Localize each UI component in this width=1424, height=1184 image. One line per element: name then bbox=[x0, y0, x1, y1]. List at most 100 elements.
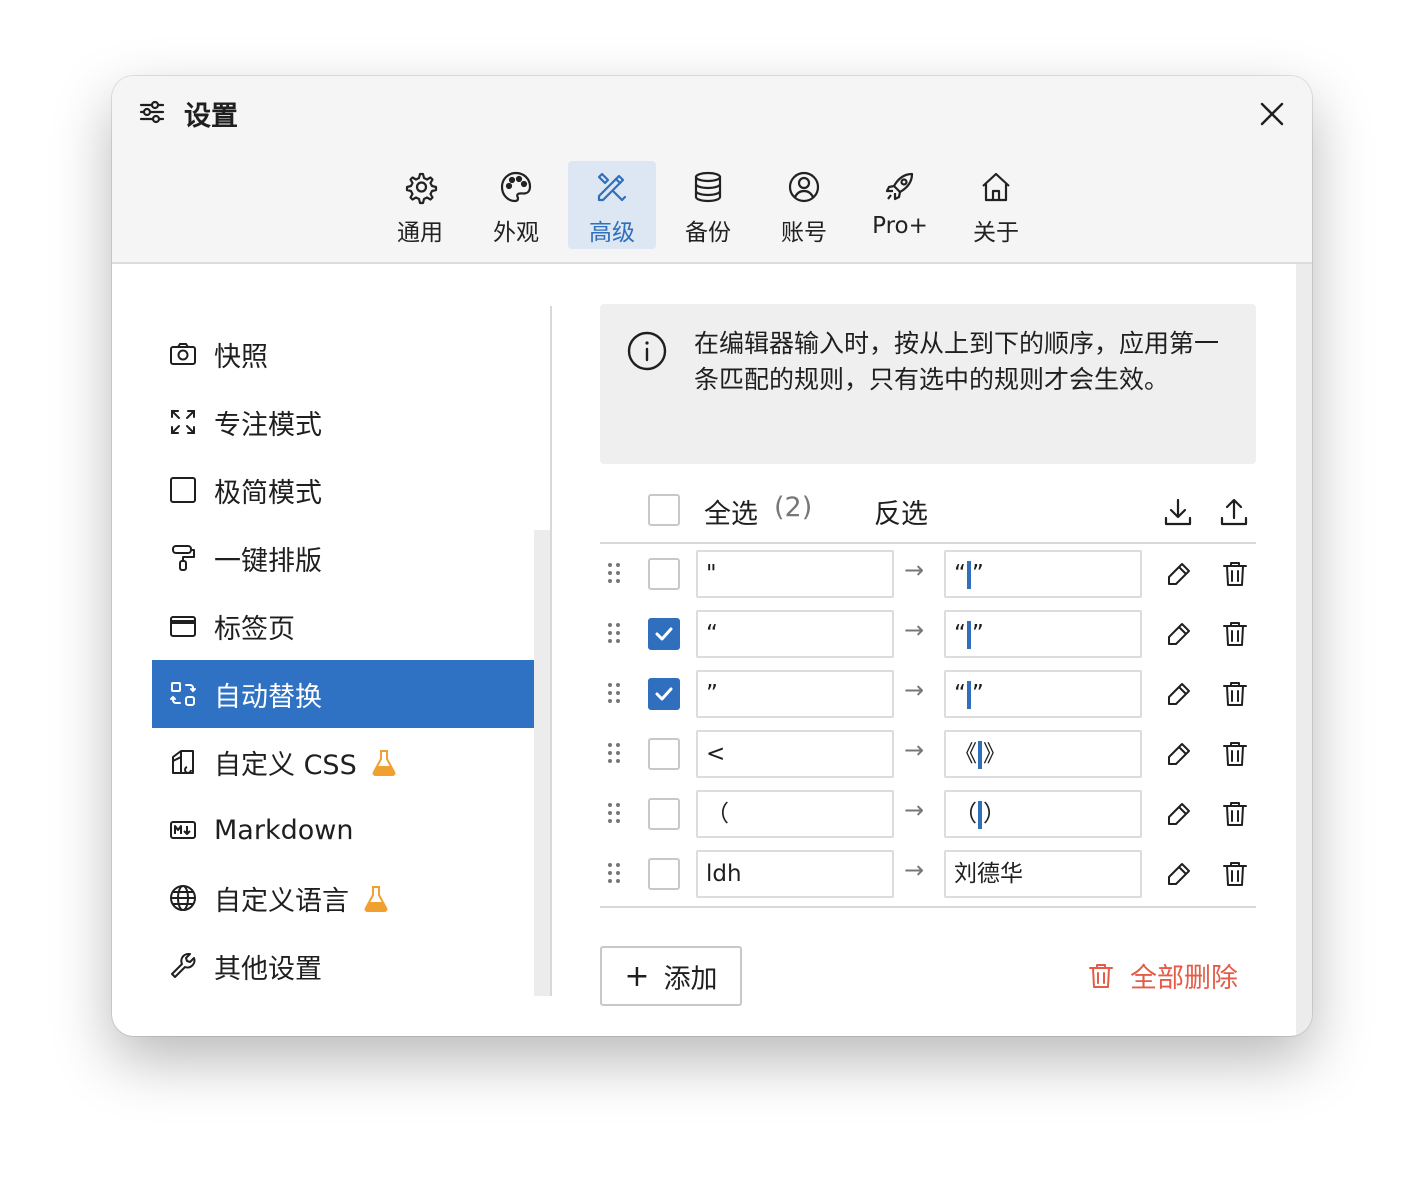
close-icon[interactable] bbox=[1256, 98, 1288, 130]
edit-icon[interactable] bbox=[1164, 859, 1194, 889]
invert-selection-button[interactable]: 反选 bbox=[874, 492, 928, 531]
sidebar-item-focus-mode[interactable]: 专注模式 bbox=[152, 388, 534, 456]
rule-arrow: → bbox=[904, 556, 925, 584]
rule-to-input[interactable]: 《》 bbox=[944, 730, 1142, 778]
check-icon bbox=[655, 627, 673, 641]
rule-checkbox[interactable] bbox=[648, 798, 680, 830]
main-scrollbar[interactable] bbox=[1296, 264, 1312, 1036]
rule-to-input[interactable]: （） bbox=[944, 790, 1142, 838]
sidebar-item-auto-replace[interactable]: 自动替换 bbox=[152, 660, 534, 728]
trash-icon bbox=[1089, 963, 1113, 988]
select-all-label[interactable]: 全选 bbox=[704, 492, 758, 531]
camera-icon bbox=[170, 343, 196, 365]
sidebar-item-custom-css[interactable]: 自定义 CSS bbox=[152, 728, 534, 796]
rule-to-input[interactable]: 刘德华 bbox=[944, 850, 1142, 898]
sidebar-item-label: 快照 bbox=[214, 341, 268, 373]
rule-to-before: “ bbox=[954, 621, 966, 647]
trash-icon[interactable] bbox=[1220, 739, 1250, 769]
edit-icon[interactable] bbox=[1164, 559, 1194, 589]
tab-label: 账号 bbox=[781, 220, 827, 246]
rule-to-input[interactable]: “” bbox=[944, 610, 1142, 658]
rule-arrow: → bbox=[904, 616, 925, 644]
sidebar-item-markdown[interactable]: Markdown bbox=[152, 796, 534, 864]
rule-arrow: → bbox=[904, 736, 925, 764]
sidebar-scrollbar[interactable] bbox=[534, 530, 550, 996]
sidebar-item-auto-format[interactable]: 一键排版 bbox=[152, 524, 534, 592]
rule-checkbox[interactable] bbox=[648, 558, 680, 590]
rule-checkbox[interactable] bbox=[648, 858, 680, 890]
rule-from-input[interactable]: “ bbox=[696, 610, 894, 658]
rule-checkbox[interactable] bbox=[648, 738, 680, 770]
tools-icon bbox=[597, 172, 627, 202]
rule-arrow: → bbox=[904, 676, 925, 704]
upload-icon[interactable] bbox=[1218, 496, 1250, 528]
rule-from-input[interactable]: ldh bbox=[696, 850, 894, 898]
delete-all-button[interactable]: 全部删除 bbox=[1086, 956, 1238, 995]
sidebar-item-minimal-mode[interactable]: 极简模式 bbox=[152, 456, 534, 524]
trash-icon[interactable] bbox=[1220, 559, 1250, 589]
sidebar-item-label: 自定义 CSS bbox=[214, 749, 357, 781]
rule-to-after: ” bbox=[971, 561, 984, 587]
window-title: 设置 bbox=[184, 101, 238, 132]
tab-general[interactable]: 通用 bbox=[376, 161, 464, 249]
trash-icon[interactable] bbox=[1220, 859, 1250, 889]
delete-all-label: 全部删除 bbox=[1130, 963, 1238, 994]
download-icon[interactable] bbox=[1162, 496, 1194, 528]
rule-row: < → 《》 bbox=[600, 724, 1256, 784]
sidebar-item-custom-language[interactable]: 自定义语言 bbox=[152, 864, 534, 932]
rule-row: ldh → 刘德华 bbox=[600, 844, 1256, 904]
rule-from-input[interactable]: （ bbox=[696, 790, 894, 838]
edit-icon[interactable] bbox=[1164, 679, 1194, 709]
drag-handle-icon[interactable] bbox=[606, 740, 622, 766]
rule-checkbox[interactable] bbox=[648, 678, 680, 710]
drag-handle-icon[interactable] bbox=[606, 560, 622, 586]
markdown-icon bbox=[170, 821, 196, 839]
rule-row: “ → “” bbox=[600, 604, 1256, 664]
tab-account[interactable]: 账号 bbox=[760, 161, 848, 249]
sidebar-item-other-settings[interactable]: 其他设置 bbox=[152, 932, 534, 1000]
tab-label: 外观 bbox=[493, 220, 539, 246]
cursor-marker bbox=[978, 740, 982, 769]
tab-appearance[interactable]: 外观 bbox=[472, 161, 560, 249]
drag-handle-icon[interactable] bbox=[606, 800, 622, 826]
tab-label: 高级 bbox=[589, 220, 635, 246]
info-icon bbox=[627, 331, 667, 371]
rule-to-before: 刘德华 bbox=[954, 861, 1023, 887]
palette-icon bbox=[500, 171, 532, 203]
tab-label: 关于 bbox=[973, 220, 1019, 246]
trash-icon[interactable] bbox=[1220, 679, 1250, 709]
rule-from-input[interactable]: ” bbox=[696, 670, 894, 718]
rule-to-after: ” bbox=[971, 681, 984, 707]
rule-to-input[interactable]: “” bbox=[944, 670, 1142, 718]
database-icon bbox=[694, 171, 722, 203]
trash-icon[interactable] bbox=[1220, 799, 1250, 829]
tab-advanced[interactable]: 高级 bbox=[568, 161, 656, 249]
cursor-marker bbox=[966, 620, 971, 649]
rule-to-before: （ bbox=[954, 801, 977, 827]
tab-pro[interactable]: Pro+ bbox=[856, 161, 944, 249]
rule-from-text: ldh bbox=[706, 861, 742, 887]
edit-icon[interactable] bbox=[1164, 799, 1194, 829]
rule-from-input[interactable]: " bbox=[696, 550, 894, 598]
rule-from-text: ” bbox=[706, 681, 718, 707]
drag-handle-icon[interactable] bbox=[606, 680, 622, 706]
rule-to-before: 《 bbox=[954, 741, 977, 767]
sidebar-item-snapshot[interactable]: 快照 bbox=[152, 320, 534, 388]
drag-handle-icon[interactable] bbox=[606, 860, 622, 886]
expand-icon bbox=[171, 410, 195, 434]
tab-about[interactable]: 关于 bbox=[952, 161, 1040, 249]
add-rule-button[interactable]: + 添加 bbox=[600, 946, 742, 1006]
tab-backup[interactable]: 备份 bbox=[664, 161, 752, 249]
drag-handle-icon[interactable] bbox=[606, 620, 622, 646]
rule-from-text: “ bbox=[706, 621, 718, 647]
select-all-checkbox[interactable] bbox=[648, 494, 680, 526]
sidebar-item-tabs[interactable]: 标签页 bbox=[152, 592, 534, 660]
rule-from-input[interactable]: < bbox=[696, 730, 894, 778]
edit-icon[interactable] bbox=[1164, 739, 1194, 769]
rule-to-input[interactable]: “” bbox=[944, 550, 1142, 598]
trash-icon[interactable] bbox=[1220, 619, 1250, 649]
edit-icon[interactable] bbox=[1164, 619, 1194, 649]
flask-icon bbox=[372, 750, 396, 776]
selected-count: (2) bbox=[774, 492, 813, 523]
rule-checkbox[interactable] bbox=[648, 618, 680, 650]
